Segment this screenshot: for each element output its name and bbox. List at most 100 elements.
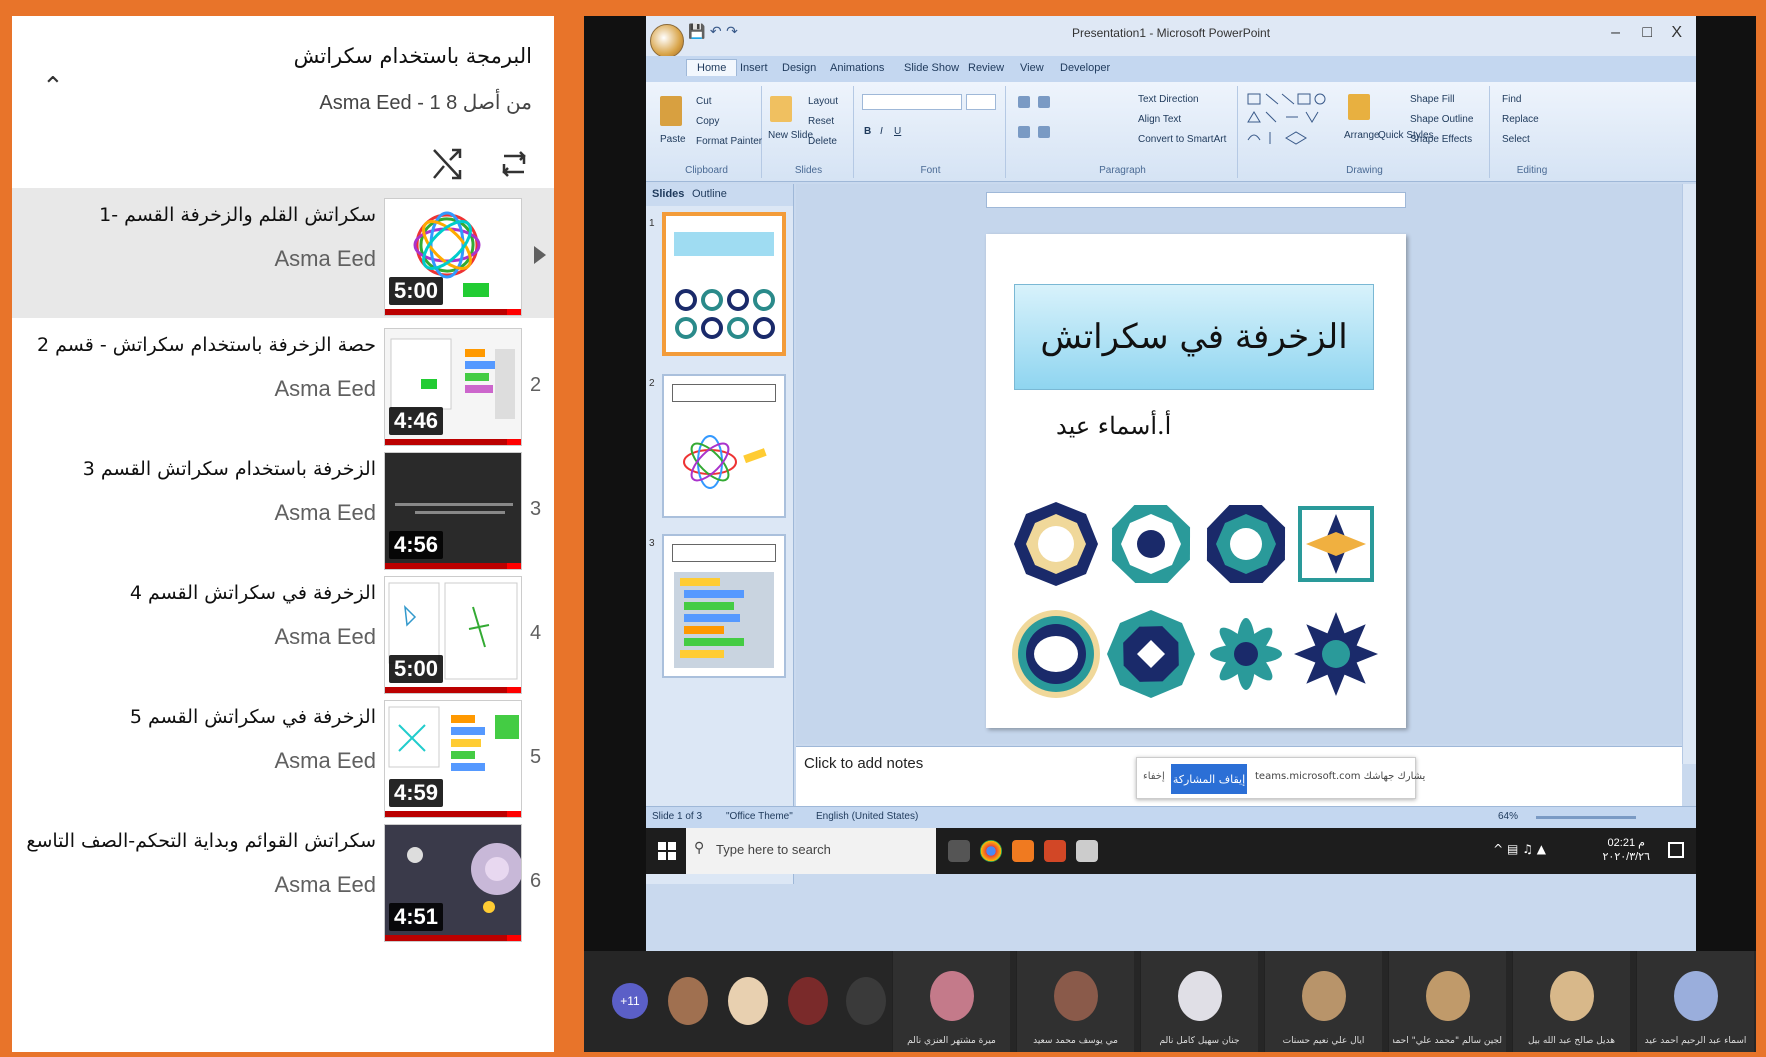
slide-title-box[interactable]: الزخرفة في سكراتش	[1014, 284, 1374, 390]
participant-tile[interactable]: أيال علي نعيم حسنات	[1264, 951, 1382, 1052]
copy-button[interactable]: Copy	[696, 116, 719, 127]
video-title[interactable]: الزخرفة في سكراتش القسم 4	[130, 582, 376, 604]
new-slide-icon[interactable]	[770, 96, 792, 122]
bold-button[interactable]: B	[864, 126, 871, 137]
task-view-icon[interactable]	[948, 840, 970, 862]
video-author[interactable]: Asma Eed	[275, 246, 377, 272]
participant-tile[interactable]: ميرة مشتهر العنزي نالم	[892, 951, 1010, 1052]
vertical-scrollbar[interactable]	[1682, 184, 1696, 764]
taskbar-search-box[interactable]: ⚲ Type here to search	[686, 828, 936, 874]
video-title[interactable]: الزخرفة في سكراتش القسم 5	[130, 706, 376, 728]
taskbar-clock[interactable]: 02:21 م ٢٠٢٠/٣/٢٦	[1603, 836, 1650, 864]
video-author[interactable]: Asma Eed	[275, 376, 377, 402]
stop-sharing-button[interactable]: إيقاف المشاركة	[1171, 764, 1247, 794]
video-author[interactable]: Asma Eed	[275, 872, 377, 898]
font-name-box[interactable]	[862, 94, 962, 110]
cut-button[interactable]: Cut	[696, 96, 712, 107]
notes-pane[interactable]: Click to add notes إخفاء إيقاف المشاركة …	[796, 746, 1682, 806]
participant-tile[interactable]: أسماء عبد الرحيم أحمد عيد	[1636, 951, 1754, 1052]
video-author[interactable]: Asma Eed	[275, 624, 377, 650]
slide-thumbnail[interactable]	[662, 212, 786, 356]
numbering-icon[interactable]	[1038, 96, 1050, 108]
find-button[interactable]: Find	[1502, 94, 1521, 105]
italic-button[interactable]: I	[880, 126, 883, 137]
zoom-level[interactable]: 64%	[1498, 811, 1518, 822]
shapes-gallery-icon[interactable]	[1246, 92, 1336, 148]
format-painter-button[interactable]: Format Painter	[696, 136, 762, 147]
zoom-slider[interactable]	[1536, 816, 1636, 819]
slide-thumbnail[interactable]	[662, 534, 786, 678]
participant-avatar[interactable]	[846, 977, 886, 1025]
paste-icon[interactable]	[660, 96, 682, 126]
select-button[interactable]: Select	[1502, 134, 1530, 145]
playlist-item[interactable]: 6 4:51 سكراتش القوائم وبداية التحكم-الصف…	[12, 814, 554, 942]
layout-button[interactable]: Layout	[808, 96, 838, 107]
playlist-item[interactable]: 5 4:59 الزخرفة في سكراتش القسم 5 Asma Ee…	[12, 690, 554, 818]
convert-smartart-button[interactable]: Convert to SmartArt	[1138, 134, 1226, 145]
tab-insert[interactable]: Insert	[740, 62, 768, 74]
participant-tile[interactable]: لجين سالم "محمد علي" أحمد	[1388, 951, 1506, 1052]
align-left-icon[interactable]	[1018, 126, 1030, 138]
powerpoint-icon[interactable]	[1044, 840, 1066, 862]
participants-overflow-count[interactable]: +11	[612, 983, 648, 1019]
tab-outline[interactable]: Outline	[692, 188, 727, 200]
loop-icon[interactable]	[496, 144, 532, 184]
tab-slides[interactable]: Slides	[652, 188, 684, 200]
close-button[interactable]: X	[1671, 24, 1682, 42]
playlist-title[interactable]: البرمجة باستخدام سكراتش	[294, 44, 532, 68]
windows-start-icon[interactable]	[658, 842, 676, 860]
system-tray-icons[interactable]: ^ ▤ ♫ ▲	[1493, 842, 1546, 856]
tab-view[interactable]: View	[1020, 62, 1044, 74]
video-thumbnail[interactable]: 4:46	[384, 328, 522, 446]
participant-avatar[interactable]	[788, 977, 828, 1025]
align-text-button[interactable]: Align Text	[1138, 114, 1181, 125]
participant-tile[interactable]: هديل صالح عبد الله بيل	[1512, 951, 1630, 1052]
minimize-button[interactable]: –	[1611, 24, 1620, 42]
video-title[interactable]: الزخرفة باستخدام سكراتش القسم 3	[83, 458, 376, 480]
video-title[interactable]: سكراتش القلم والزخرفة القسم -1	[99, 204, 376, 226]
tab-design[interactable]: Design	[782, 62, 816, 74]
notes-placeholder[interactable]: Click to add notes	[804, 755, 923, 772]
video-thumbnail[interactable]: 4:56	[384, 452, 522, 570]
collapse-icon[interactable]: ⌃	[42, 72, 64, 102]
participant-tile[interactable]: جنان سهيل كامل نالم	[1140, 951, 1258, 1052]
tab-slide-show[interactable]: Slide Show	[904, 62, 959, 74]
align-center-icon[interactable]	[1038, 126, 1050, 138]
reset-button[interactable]: Reset	[808, 116, 834, 127]
tab-review[interactable]: Review	[968, 62, 1004, 74]
arrange-icon[interactable]	[1348, 94, 1370, 120]
tab-home[interactable]: Home	[686, 59, 738, 76]
text-direction-button[interactable]: Text Direction	[1138, 94, 1199, 105]
shape-outline-button[interactable]: Shape Outline	[1410, 114, 1473, 125]
language-indicator[interactable]: English (United States)	[816, 811, 918, 822]
paste-label[interactable]: Paste	[660, 134, 686, 145]
tab-animations[interactable]: Animations	[830, 62, 884, 74]
playlist-item[interactable]: 5:00 سكراتش القلم والزخرفة القسم -1 Asma…	[12, 188, 554, 318]
font-size-box[interactable]	[966, 94, 996, 110]
bullets-icon[interactable]	[1018, 96, 1030, 108]
shape-effects-button[interactable]: Shape Effects	[1410, 134, 1472, 145]
notifications-icon[interactable]	[1668, 842, 1684, 858]
slide-thumbnail[interactable]	[662, 374, 786, 518]
underline-button[interactable]: U	[894, 126, 901, 137]
shuffle-icon[interactable]	[430, 144, 466, 184]
hide-share-bar-link[interactable]: إخفاء	[1143, 771, 1165, 782]
participant-tile[interactable]: مي يوسف محمد سعيد	[1016, 951, 1134, 1052]
participant-avatar[interactable]	[668, 977, 708, 1025]
video-title[interactable]: سكراتش القوائم وبداية التحكم-الصف التاسع	[26, 830, 376, 852]
chrome-icon[interactable]	[980, 840, 1002, 862]
playlist-item[interactable]: 4 5:00 الزخرفة في سكراتش القسم 4 Asma Ee…	[12, 566, 554, 694]
arrange-button[interactable]: Arrange	[1344, 130, 1380, 141]
playlist-item[interactable]: 2 4:46 حصة الزخرفة باستخدام سكراتش - قسم…	[12, 318, 554, 446]
delete-button[interactable]: Delete	[808, 136, 837, 147]
video-thumbnail[interactable]: 5:00	[384, 576, 522, 694]
shape-fill-button[interactable]: Shape Fill	[1410, 94, 1454, 105]
maximize-button[interactable]: □	[1642, 24, 1652, 42]
video-title[interactable]: حصة الزخرفة باستخدام سكراتش - قسم 2	[37, 334, 376, 356]
new-slide-label[interactable]: New Slide	[768, 130, 813, 141]
current-slide[interactable]: الزخرفة في سكراتش أ.أسماء عيد	[986, 234, 1406, 728]
playlist-item[interactable]: 3 4:56 الزخرفة باستخدام سكراتش القسم 3 A…	[12, 442, 554, 570]
tab-developer[interactable]: Developer	[1060, 62, 1110, 74]
slide-author[interactable]: أ.أسماء عيد	[1056, 412, 1171, 440]
app-icon[interactable]	[1012, 840, 1034, 862]
